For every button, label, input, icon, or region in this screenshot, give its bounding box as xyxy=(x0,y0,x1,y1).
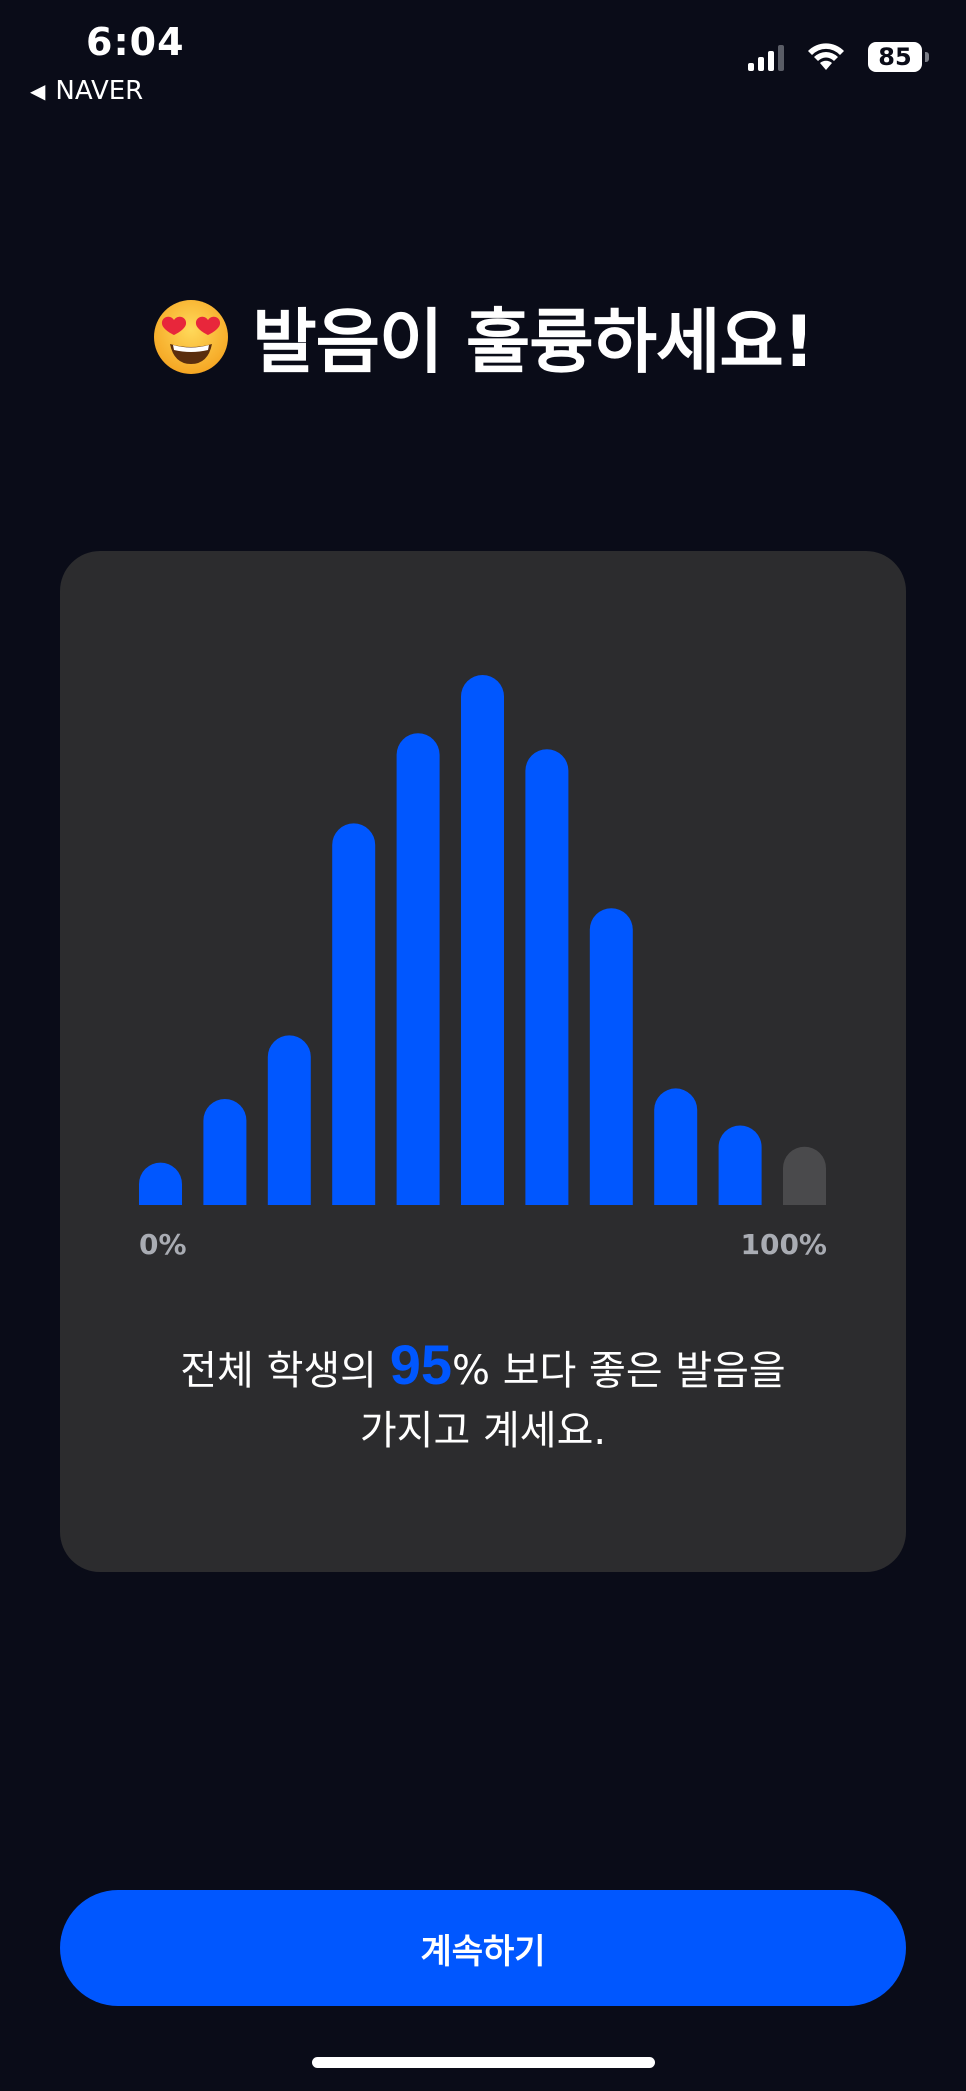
result-line2: 가지고 계세요. xyxy=(359,1408,607,1454)
chart-bar xyxy=(525,749,569,1205)
chart-bar xyxy=(589,908,633,1205)
axis-max-label: 100% xyxy=(740,1228,827,1261)
chart-bar xyxy=(654,1088,698,1205)
chart-bar xyxy=(332,823,376,1205)
axis-min-label: 0% xyxy=(139,1228,187,1261)
chart-bar xyxy=(203,1099,247,1205)
home-indicator xyxy=(312,2057,655,2068)
continue-button[interactable]: 계속하기 xyxy=(60,1890,906,2006)
result-percent: 95 xyxy=(389,1333,452,1396)
chart-bar xyxy=(396,733,440,1205)
chart-bar xyxy=(267,1035,311,1205)
chart-bar xyxy=(718,1125,762,1205)
distribution-chart xyxy=(139,675,826,1205)
result-prefix: 전체 학생의 xyxy=(180,1348,390,1394)
result-suffix: % 보다 좋은 발음을 xyxy=(451,1348,786,1394)
chart-bar xyxy=(461,675,504,1205)
result-message: 전체 학생의 95% 보다 좋은 발음을 가지고 계세요. xyxy=(60,1335,906,1461)
chart-bar xyxy=(783,1146,826,1205)
chart-bar xyxy=(139,1162,182,1205)
